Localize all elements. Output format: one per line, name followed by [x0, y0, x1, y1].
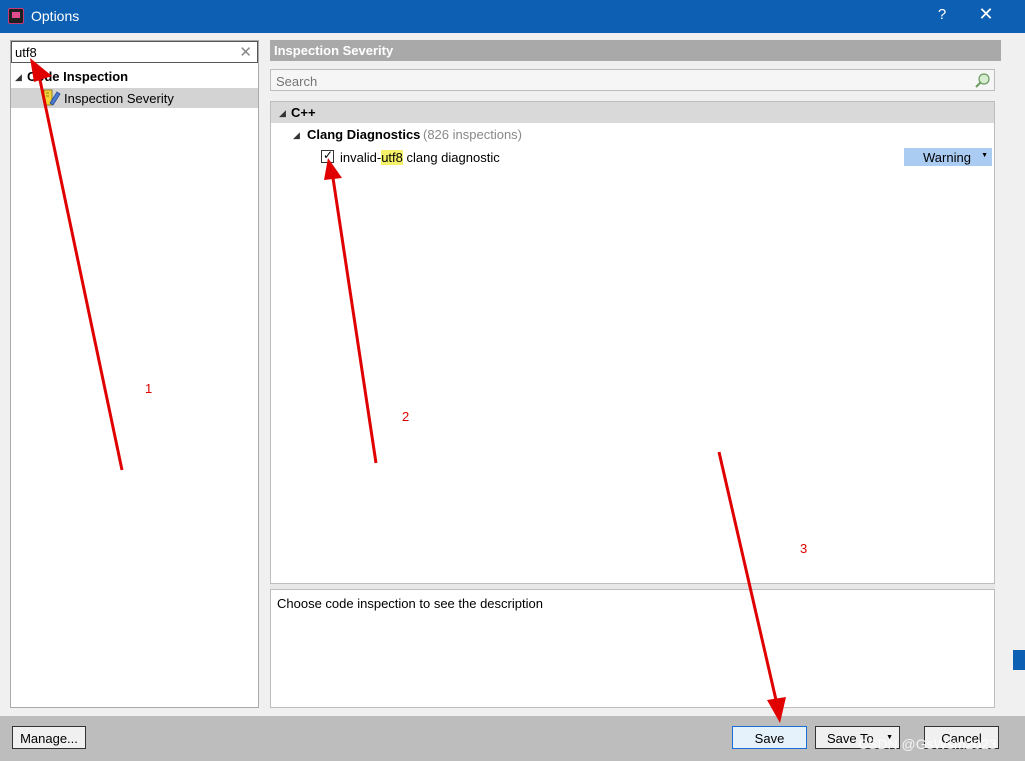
manage-button[interactable]: Manage...: [12, 726, 86, 749]
app-icon: [8, 8, 24, 24]
tree-item-label: Inspection Severity: [64, 91, 174, 106]
chevron-down-icon: ▼: [981, 152, 988, 159]
severity-value: Warning: [923, 150, 971, 165]
annotation-label-3: 3: [800, 541, 808, 556]
help-button[interactable]: ?: [932, 6, 952, 23]
inspection-severity-page: Inspection Severity ◢ C++ ◢ Clang Diagno…: [270, 40, 1001, 708]
inspection-enabled-checkbox[interactable]: [321, 148, 334, 163]
settings-filter-input[interactable]: [15, 44, 235, 60]
group-row-cpp[interactable]: ◢ C++: [271, 102, 994, 123]
group-label: Clang Diagnostics: [307, 127, 421, 142]
expand-triangle-icon[interactable]: ◢: [293, 130, 300, 141]
tree-item-code-inspection[interactable]: ◢ Code Inspection: [11, 67, 258, 87]
save-button[interactable]: Save: [732, 726, 807, 749]
inspection-row[interactable]: invalid-utf8 clang diagnostic Warning ▼: [271, 146, 994, 168]
close-button[interactable]: ✕: [975, 4, 997, 25]
expand-triangle-icon[interactable]: ◢: [15, 72, 22, 83]
watermark: CSDN @GsWsm2023: [858, 736, 997, 752]
inspection-search-input[interactable]: [276, 73, 956, 89]
annotation-label-2: 2: [402, 409, 410, 424]
tree-item-label: Code Inspection: [27, 69, 129, 84]
search-match-highlight: utf8: [381, 150, 403, 165]
background-window-edge: [1013, 650, 1025, 670]
group-label: C++: [291, 105, 316, 120]
severity-dropdown[interactable]: Warning ▼: [904, 148, 992, 166]
clear-filter-icon[interactable]: ✕: [239, 43, 252, 61]
inspection-severity-icon: [43, 89, 61, 106]
expand-triangle-icon[interactable]: ◢: [279, 108, 286, 119]
settings-tree-panel: ✕ ◢ Code Inspection Inspection Severity: [10, 40, 259, 708]
window-title: Options: [31, 8, 80, 24]
inspection-search: [270, 69, 995, 91]
title-bar: Options ? ✕: [0, 0, 1025, 33]
description-panel: Choose code inspection to see the descri…: [270, 589, 995, 708]
inspection-label: invalid-utf8 clang diagnostic: [340, 150, 500, 165]
inspection-tree: ◢ C++ ◢ Clang Diagnostics (826 inspectio…: [270, 101, 995, 584]
description-text: Choose code inspection to see the descri…: [277, 596, 543, 611]
search-icon[interactable]: [974, 72, 991, 89]
settings-filter: ✕: [11, 41, 258, 63]
inspection-count: (826 inspections): [423, 127, 522, 142]
group-row-clang-diagnostics[interactable]: ◢ Clang Diagnostics (826 inspections): [271, 124, 994, 145]
annotation-label-1: 1: [145, 381, 153, 396]
tree-item-inspection-severity[interactable]: Inspection Severity: [11, 88, 258, 108]
page-title: Inspection Severity: [270, 40, 1001, 61]
